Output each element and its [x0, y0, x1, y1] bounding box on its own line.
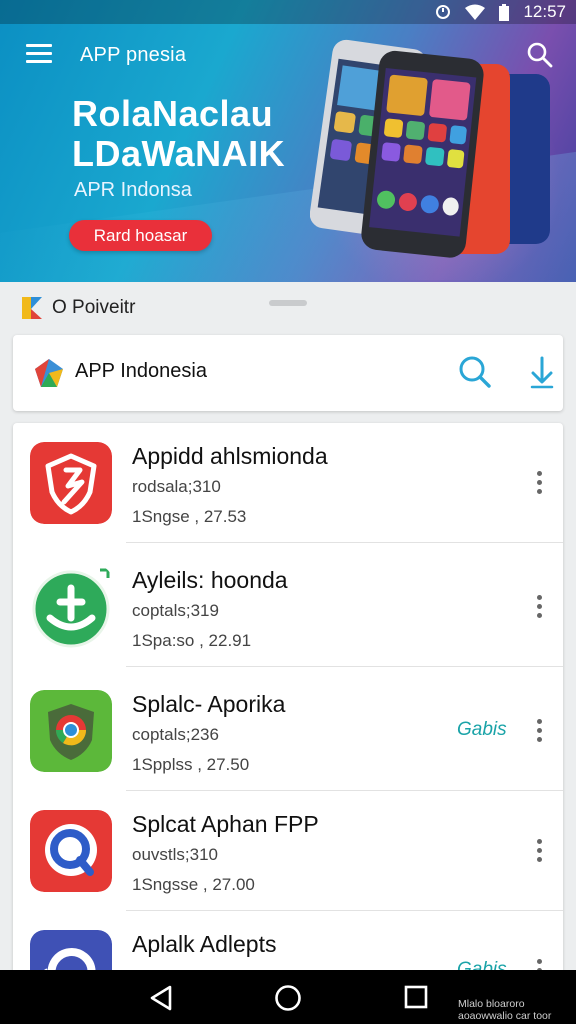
app-logo-icon: [35, 359, 63, 387]
app-name: Ayleils: hoonda: [132, 567, 288, 593]
search-input[interactable]: APP Indonesia: [75, 360, 207, 383]
q-search-icon: [30, 810, 112, 892]
more-options-icon[interactable]: [534, 719, 544, 743]
app-meta: coptals;236: [132, 725, 219, 744]
watermark-line2: aoaowwalio car toor: [458, 1010, 552, 1022]
app-meta: coptals;319: [132, 601, 219, 620]
app-stats: 1Sngsse , 27.00: [132, 875, 255, 894]
menu-icon[interactable]: [26, 44, 52, 66]
home-icon[interactable]: [274, 984, 302, 1012]
app-list: Appidd ahlsmionda rodsala;310 1Sngse , 2…: [13, 423, 563, 983]
sheet-drag-handle[interactable]: [269, 300, 307, 306]
more-options-icon[interactable]: [534, 839, 544, 863]
app-meta: ouvstls;310: [132, 845, 218, 864]
more-options-icon[interactable]: [534, 471, 544, 495]
list-item[interactable]: Splcat Aphan FPP ouvstls;310 1Sngsse , 2…: [13, 791, 563, 911]
divider: [126, 666, 563, 667]
app-stats: 1Sngse , 27.53: [132, 507, 247, 526]
watermark-text: Mlalo bloaroro aoaowwalio car toor: [458, 998, 551, 1022]
divider: [126, 542, 563, 543]
app-badge: Gabis: [457, 719, 507, 740]
recents-icon[interactable]: [404, 984, 428, 1010]
battery-icon: [499, 3, 510, 21]
navigation-bar: Mlalo bloaroro aoaowwalio car toor: [0, 970, 576, 1024]
app-name: Splalc- Aporika: [132, 691, 286, 717]
clock: 12:57: [523, 2, 566, 21]
chrome-shield-icon: [30, 690, 112, 772]
search-icon[interactable]: [458, 355, 492, 389]
list-item[interactable]: Splalc- Aporika coptals;236 1Spplss , 27…: [13, 671, 563, 791]
app-meta: rodsala;310: [132, 477, 221, 496]
list-item[interactable]: Appidd ahlsmionda rodsala;310 1Sngse , 2…: [13, 423, 563, 543]
more-options-icon[interactable]: [534, 595, 544, 619]
shield-icon: [30, 442, 112, 524]
hero-title-line2: LDaWaNAIK: [72, 133, 286, 174]
app-title: APP pnesia: [80, 44, 187, 66]
download-arrow-icon: [32, 568, 110, 648]
alarm-icon: [436, 5, 451, 19]
list-item[interactable]: Ayleils: hoonda coptals;319 1Spa:so , 22…: [13, 547, 563, 667]
download-icon[interactable]: [527, 355, 557, 389]
hero-banner: APP pnesia RolaNaclau LDaWaNAIK APR Indo…: [0, 0, 576, 282]
app-stats: 1Spplss , 27.50: [132, 755, 250, 774]
back-icon[interactable]: [148, 984, 174, 1012]
section-header: O Poiveitr: [22, 297, 135, 319]
top-app-bar: APP pnesia: [0, 38, 576, 72]
search-icon[interactable]: [526, 41, 554, 69]
app-name: Appidd ahlsmionda: [132, 443, 328, 469]
play-store-logo-icon: [22, 297, 42, 319]
hero-cta-button[interactable]: Rard hoasar: [69, 220, 212, 251]
hero-subtitle: APR Indonsa: [74, 179, 192, 201]
hero-title: RolaNaclau LDaWaNAIK: [72, 94, 285, 174]
status-bar: 12:57: [0, 0, 576, 24]
search-card: APP Indonesia: [13, 335, 563, 411]
app-name: Aplalk Adlepts: [132, 931, 277, 957]
hero-title-line1: RolaNaclau: [72, 93, 274, 134]
section-title: O Poiveitr: [52, 297, 136, 318]
app-stats: 1Spa:so , 22.91: [132, 631, 252, 650]
app-name: Splcat Aphan FPP: [132, 811, 319, 837]
wifi-icon: [465, 4, 486, 20]
watermark-line1: Mlalo bloaroro: [458, 998, 525, 1010]
